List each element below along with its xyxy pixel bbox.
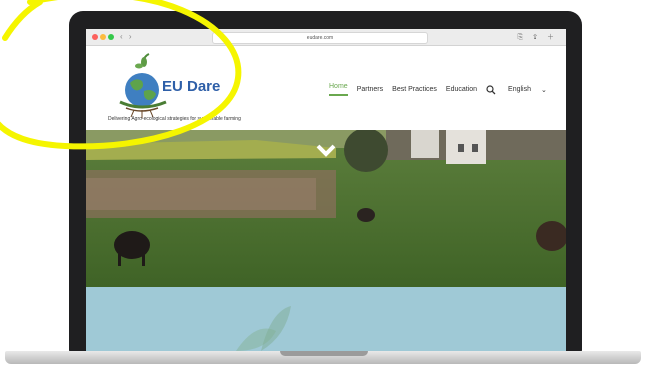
site-logo[interactable]: EU Dare Delivering Agro-ecological strat… xyxy=(106,50,256,126)
laptop-notch xyxy=(280,351,368,356)
chevron-down-icon[interactable]: ⌄ xyxy=(541,86,547,94)
laptop-screen: ‹ › eudare.com ⎘ ⇪ ＋ EU Dare Delivering … xyxy=(86,29,566,351)
site-header: EU Dare Delivering Agro-ecological strat… xyxy=(86,46,566,130)
tagline: Delivering Agro-ecological strategies fo… xyxy=(108,116,241,122)
hero-image xyxy=(86,130,566,287)
address-bar[interactable]: eudare.com xyxy=(212,32,428,44)
search-icon[interactable] xyxy=(486,84,496,95)
share-icon[interactable]: ⎘ ⇪ ＋ xyxy=(518,32,558,42)
nav-item-education[interactable]: Education xyxy=(446,86,477,93)
nav-item-best-practices[interactable]: Best Practices xyxy=(392,86,437,93)
background-texture xyxy=(86,287,566,351)
back-forward-buttons[interactable]: ‹ › xyxy=(120,32,134,41)
nav-item-partners[interactable]: Partners xyxy=(357,86,383,93)
main-nav: Home Partners Best Practices Education E… xyxy=(329,83,556,96)
close-window-button[interactable] xyxy=(92,34,98,40)
browser-toolbar: ‹ › eudare.com ⎘ ⇪ ＋ xyxy=(86,29,566,46)
logo-text: EU Dare xyxy=(162,78,221,95)
nav-item-home[interactable]: Home xyxy=(329,83,348,96)
hero-banner xyxy=(86,130,566,287)
maximize-window-button[interactable] xyxy=(108,34,114,40)
content-band xyxy=(86,287,566,351)
minimize-window-button[interactable] xyxy=(100,34,106,40)
language-selector[interactable]: English xyxy=(508,86,531,93)
